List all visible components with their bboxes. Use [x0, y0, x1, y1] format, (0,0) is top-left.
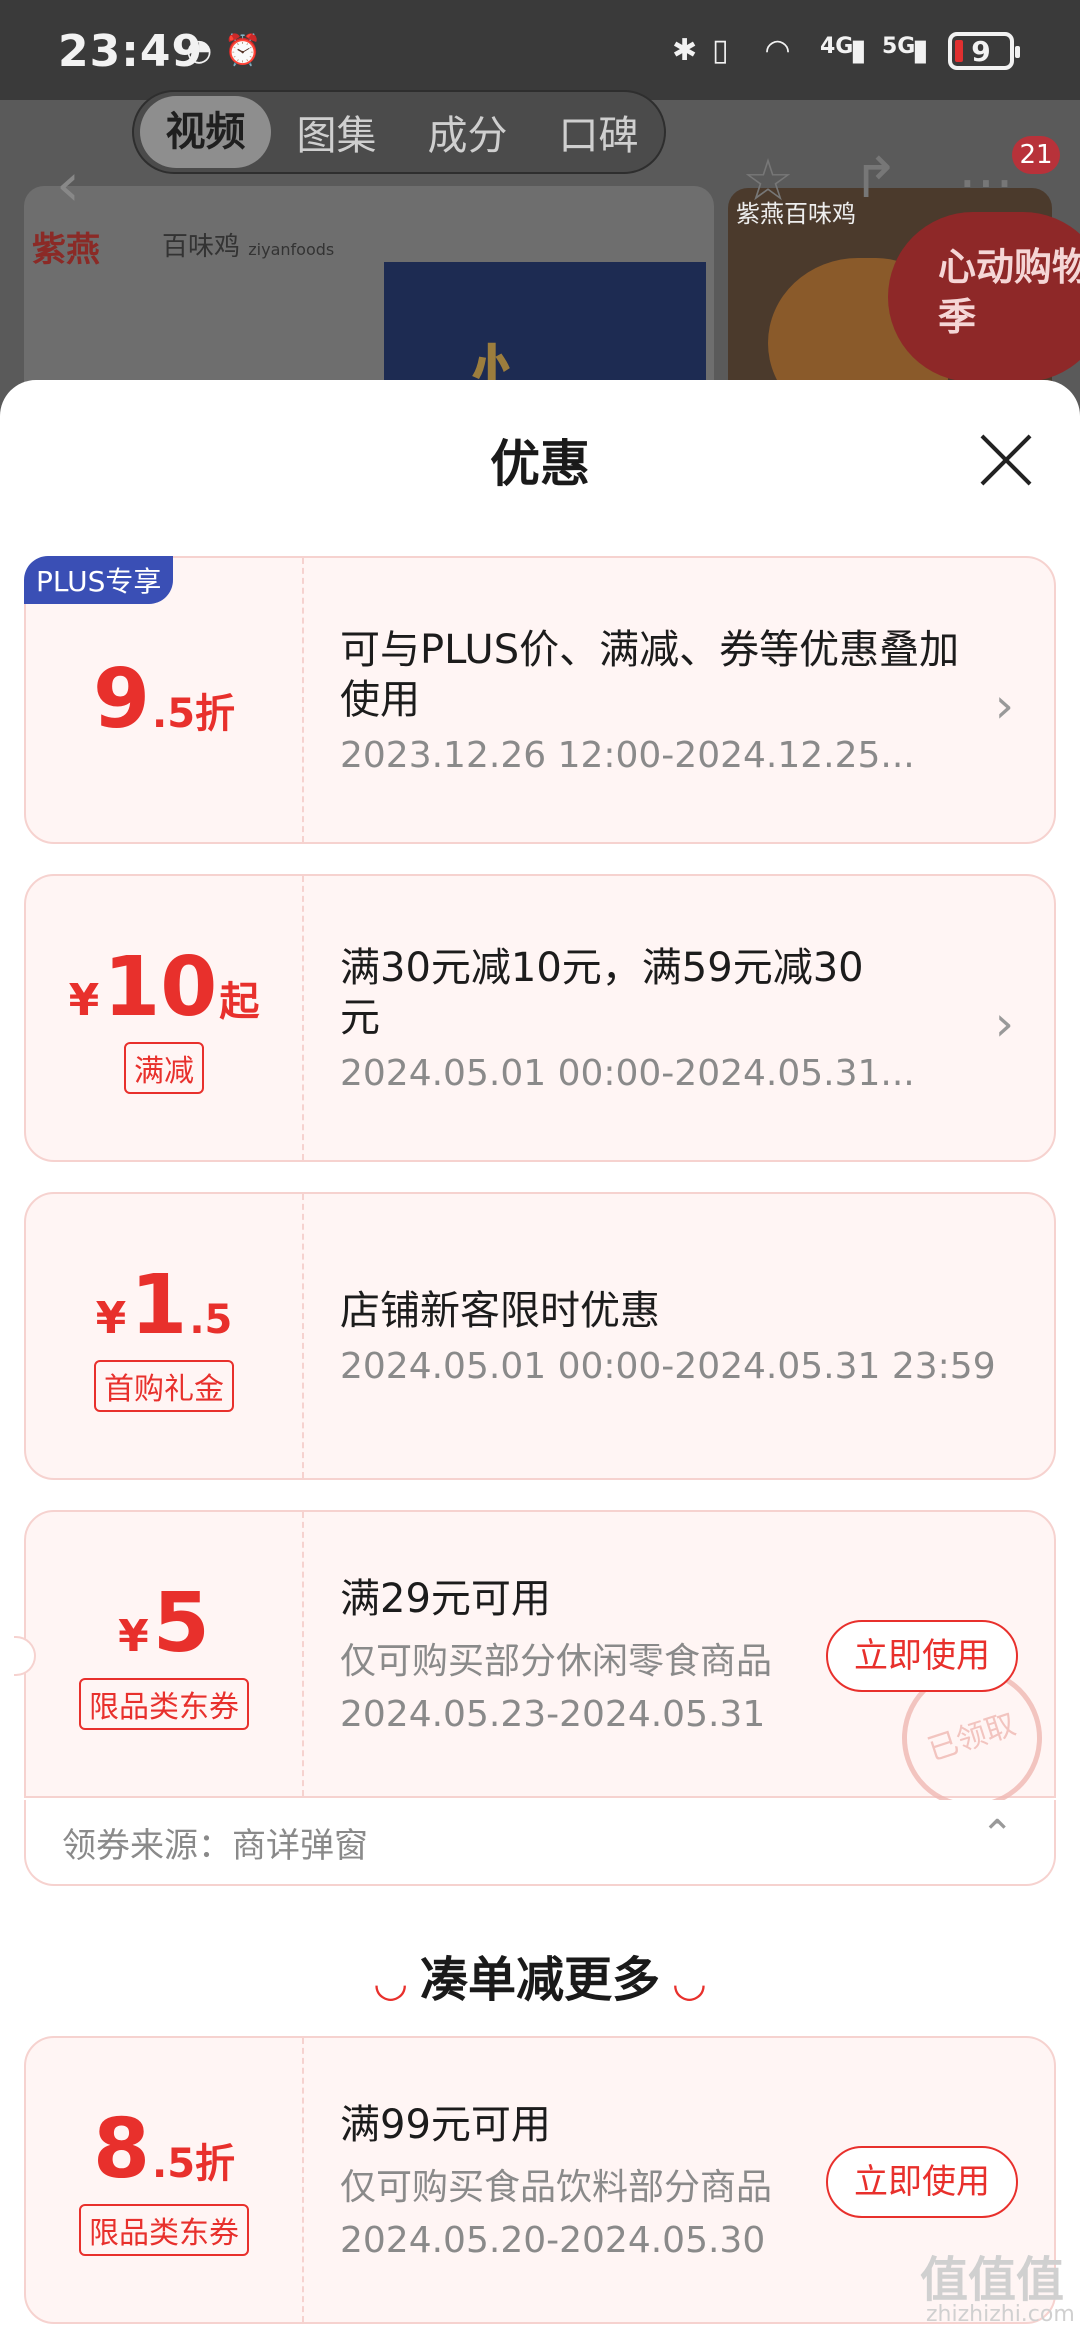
coupon-divider — [302, 2038, 304, 2322]
currency-symbol: ¥ — [95, 1293, 127, 1344]
vibrate-icon: ▯ — [712, 32, 729, 68]
sheet-title: 优惠 — [490, 435, 590, 493]
coupon-number: 10 — [103, 940, 218, 1035]
coupon-title: 满29元可用 — [340, 1575, 551, 1622]
coupon-date: 2023.12.26 12:00-2024.12.25... — [340, 734, 915, 776]
bluetooth-icon: ✱ — [672, 32, 698, 68]
coupon-amount: ¥ 5 — [118, 1578, 210, 1670]
coupon-tag: 限品类东券 — [79, 1678, 249, 1730]
chevron-right-icon[interactable]: › — [995, 996, 1014, 1052]
close-icon[interactable] — [976, 430, 1036, 490]
currency-symbol: ¥ — [68, 975, 100, 1026]
tab-ingredients[interactable]: 成分 — [402, 103, 533, 161]
coupon-number: 9 — [92, 652, 151, 747]
coupon-title: 满30元减10元，满59元减30元 — [340, 944, 864, 1041]
coupon-suffix: 起 — [219, 979, 260, 1025]
product-page-background: 23:49 ◔ ⏰ ✱ ▯ ◠ 4G ▮ 5G ▮ 9 紫燕 百味鸡 ziyan… — [0, 0, 1080, 420]
battery-icon: 9 — [948, 32, 1020, 70]
brand-en-text: ziyanfoods — [248, 240, 335, 259]
share-icon[interactable]: ↱ — [852, 146, 899, 211]
coupon-divider — [302, 876, 304, 1160]
watermark-url: zhizhizhi.com — [926, 2302, 1075, 2327]
coupon-amount: ¥ 10 起 — [69, 942, 260, 1034]
currency-symbol: ¥ — [118, 1611, 149, 1662]
battery-level: 9 — [971, 34, 991, 68]
tab-reviews[interactable]: 口碑 — [533, 103, 664, 161]
coupon-tag: 满减 — [124, 1042, 204, 1094]
coupon-info: 店铺新客限时优惠 2024.05.01 00:00-2024.05.31 23:… — [340, 1194, 1040, 1478]
signal-5g-icon: ▮ — [912, 32, 929, 68]
alarm-icon: ⏰ — [224, 32, 262, 68]
coupon-subtitle: 仅可购买食品饮料部分商品 — [340, 2166, 773, 2208]
tab-video[interactable]: 视频 — [140, 96, 271, 168]
use-now-button[interactable]: 立即使用 — [826, 1620, 1018, 1692]
tab-gallery[interactable]: 图集 — [271, 103, 402, 161]
coupon-divider — [302, 1194, 304, 1478]
coupon-number: 8 — [92, 2102, 151, 2197]
coupon-divider — [302, 558, 304, 842]
section-title-text: 凑单减更多 — [419, 1952, 660, 2008]
coupon-date: 2024.05.20-2024.05.30 — [340, 2219, 766, 2261]
coupon-amount: 8 .5折 — [93, 2104, 235, 2196]
coupon-info: 可与PLUS价、满减、券等优惠叠加使用 2023.12.26 12:00-202… — [340, 558, 980, 842]
brand-logo: 紫燕 — [32, 222, 100, 271]
coupon-value-area: ¥ 5 限品类东券 — [26, 1512, 302, 1796]
coupon-card-first-purchase[interactable]: ¥ 1 .5 首购礼金 店铺新客限时优惠 2024.05.01 00:00-20… — [24, 1192, 1056, 1480]
smile-icon: ◡ — [375, 1960, 406, 2006]
promo-bubble[interactable]: 心动购物季 — [888, 212, 1080, 382]
coupon-value-area: 8 .5折 限品类东券 — [26, 2038, 302, 2322]
wifi-icon: ◠ — [766, 32, 790, 68]
coupon-value-area: 9 .5折 — [26, 558, 302, 842]
coupon-tag: 限品类东券 — [79, 2204, 249, 2256]
section-title: ◡ 凑单减更多 ◡ — [0, 1940, 1080, 2010]
more-icon[interactable]: ⋯ — [958, 150, 1014, 215]
coupon-suffix: .5 — [189, 1297, 233, 1343]
coupon-number: 1 — [130, 1258, 188, 1353]
favorite-star-icon[interactable]: ☆ — [742, 146, 794, 214]
coupon-amount: 9 .5折 — [93, 654, 235, 746]
coupon-value-area: ¥ 1 .5 首购礼金 — [26, 1194, 302, 1478]
coupon-info: 满29元可用 仅可购买部分休闲零食商品 2024.05.23-2024.05.3… — [340, 1512, 820, 1796]
coupon-tag: 首购礼金 — [94, 1360, 234, 1412]
coupon-title: 满99元可用 — [340, 2101, 551, 2148]
coupon-suffix: .5折 — [152, 2141, 236, 2187]
status-time: 23:49 — [58, 26, 204, 77]
brand-subtitle: 百味鸡 ziyanfoods — [162, 226, 334, 263]
coupon-divider — [302, 1512, 304, 1796]
discount-bottom-sheet: 优惠 PLUS专享 9 .5折 可与PLUS价、满减、券等优惠叠加使用 2023… — [0, 380, 1080, 2340]
chevron-right-icon[interactable]: › — [995, 678, 1014, 734]
network-5g-label: 5G — [882, 33, 916, 59]
coupon-info: 满99元可用 仅可购买食品饮料部分商品 2024.05.20-2024.05.3… — [340, 2038, 820, 2322]
chevron-up-icon[interactable]: ⌃ — [980, 1812, 1014, 1858]
coupon-suffix: .5折 — [152, 691, 236, 737]
back-icon[interactable]: ‹ — [56, 150, 80, 220]
network-4g-label: 4G — [820, 33, 854, 59]
coupon-title: 可与PLUS价、满减、券等优惠叠加使用 — [340, 626, 960, 723]
coupon-info: 满30元减10元，满59元减30元 2024.05.01 00:00-2024.… — [340, 876, 915, 1160]
brand-name: 紫燕 — [32, 230, 100, 270]
smile-icon: ◡ — [674, 1960, 705, 2006]
coupon-date: 2024.05.01 00:00-2024.05.31 23:59 — [340, 1345, 996, 1387]
speed-icon: ◔ — [186, 32, 213, 68]
coupon-amount: ¥ 1 .5 — [96, 1260, 233, 1352]
coupon-card-category[interactable]: ¥ 5 限品类东券 满29元可用 仅可购买部分休闲零食商品 2024.05.23… — [14, 1510, 1061, 1827]
signal-4g-icon: ▮ — [850, 32, 867, 68]
watermark-logo: 值值值 — [920, 2252, 1065, 2308]
coupon-subtitle: 仅可购买部分休闲零食商品 — [340, 1640, 773, 1682]
coupon-source-text: 领券来源：商详弹窗 — [62, 1826, 368, 1866]
media-tabs: 视频 图集 成分 口碑 — [132, 90, 666, 174]
coupon-date: 2024.05.01 00:00-2024.05.31... — [340, 1052, 915, 1094]
coupon-card-full-reduction[interactable]: ¥ 10 起 满减 满30元减10元，满59元减30元 2024.05.01 0… — [24, 874, 1056, 1162]
brand-sub-text: 百味鸡 — [162, 232, 241, 262]
coupon-source-bar[interactable]: 领券来源：商详弹窗 ⌃ — [24, 1800, 1056, 1886]
coupon-value-area: ¥ 10 起 满减 — [26, 876, 302, 1160]
message-count-badge: 21 — [1012, 136, 1060, 174]
coupon-card-plus[interactable]: PLUS专享 9 .5折 可与PLUS价、满减、券等优惠叠加使用 2023.12… — [24, 556, 1056, 844]
coupon-card-discount-rate[interactable]: 8 .5折 限品类东券 满99元可用 仅可购买食品饮料部分商品 2024.05.… — [24, 2036, 1056, 2324]
status-bar: 23:49 ◔ ⏰ ✱ ▯ ◠ 4G ▮ 5G ▮ 9 — [0, 0, 1080, 100]
coupon-number: 5 — [152, 1576, 210, 1671]
coupon-title: 店铺新客限时优惠 — [340, 1287, 660, 1334]
coupon-date: 2024.05.23-2024.05.31 — [340, 1693, 766, 1735]
use-now-button[interactable]: 立即使用 — [826, 2146, 1018, 2218]
